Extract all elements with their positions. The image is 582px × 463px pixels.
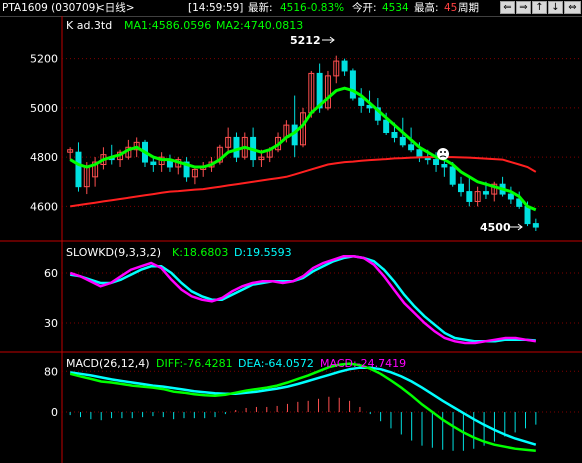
kd-tick-label: 60 (44, 267, 58, 280)
macd-diff-line (69, 362, 536, 453)
open-price-label: 今开: (352, 2, 377, 14)
macd-tick-label: 80 (44, 365, 58, 378)
chart-area[interactable]: 5200 5000 4800 4600 60 30 80 0 K ad.3td MA1:4… (0, 16, 582, 463)
kd-tick-label: 30 (44, 317, 58, 330)
low-annotation: 4500 (480, 221, 511, 234)
price-tick-label: 4600 (30, 200, 58, 213)
latest-price-label: 最新: (248, 2, 273, 14)
candle-body (524, 205, 531, 225)
nav-down-button[interactable]: ↓ (548, 1, 563, 14)
candle-body (399, 136, 406, 146)
macd-value-label: MACD:-24.7419 (320, 357, 406, 370)
price-panel-title: K ad.3td (66, 19, 112, 32)
ma2-label: MA2:4740.0813 (216, 19, 303, 32)
candle-body (383, 119, 390, 133)
latest-price-value: 4516 (280, 2, 307, 14)
candle-body (433, 159, 440, 166)
smiley-icon (437, 148, 449, 160)
price-plot (67, 55, 539, 231)
candle-body (466, 191, 473, 202)
symbol-label[interactable]: PTA1609 (030709) (2, 1, 99, 15)
low-annotation-arrow (510, 223, 523, 231)
change-percent: -0.83% (307, 2, 345, 14)
macd-dea-label: DEA:-64.0572 (238, 357, 314, 370)
high-annotation: 5212 (290, 34, 321, 47)
candle-body (449, 166, 456, 185)
kd-panel-title: SLOWKD(9,3,3,2) (66, 246, 161, 259)
nav-right-button[interactable]: ⇒ (516, 1, 531, 14)
ma1-line (69, 86, 537, 212)
candle-body (341, 60, 348, 72)
candle-body (233, 136, 240, 158)
period-label[interactable]: <日线> (96, 1, 135, 15)
time-label: [14:59:59] (188, 2, 244, 14)
macd-tick-label: 0 (51, 406, 58, 419)
cycle-label[interactable]: 周期 (458, 1, 479, 15)
candle-body (482, 191, 489, 195)
price-tick-label: 5200 (30, 53, 58, 66)
high-annotation-arrow (322, 36, 335, 44)
candle-body (458, 183, 464, 193)
nav-left-button[interactable]: ⇐ (500, 1, 515, 14)
nav-up-button[interactable]: ↑ (532, 1, 547, 14)
price-tick-label: 4800 (30, 151, 58, 164)
candle-body (150, 161, 157, 166)
candle-body (416, 149, 423, 158)
candle-body (408, 144, 415, 151)
kd-plot (69, 255, 536, 345)
macd-plot (69, 362, 537, 453)
open-price-value: 4534 (382, 2, 409, 14)
nav-expand-button[interactable]: ⇔ (564, 1, 581, 14)
ma1-label: MA1:4586.0596 (124, 19, 211, 32)
macd-panel-title: MACD(26,12,4) (66, 357, 150, 370)
ma2-line (70, 156, 537, 208)
price-tick-label: 5000 (30, 102, 58, 115)
candle-body (507, 193, 514, 200)
high-price-value: 45 (444, 2, 458, 14)
candle-body (391, 132, 398, 138)
high-price-label: 最高: (414, 2, 439, 14)
candle-body (441, 164, 448, 168)
macd-diff-label: DIFF:-76.4281 (156, 357, 233, 370)
candle-body (532, 223, 539, 228)
kd-d-line (70, 255, 536, 343)
quote-header-bar: PTA1609 (030709) <日线> [14:59:59] 最新: 451… (0, 0, 582, 17)
kd-k-label: K:18.6803 (172, 246, 228, 259)
candle-body (349, 70, 356, 99)
candle-body (75, 151, 82, 188)
kd-d-label: D:19.5593 (234, 246, 292, 259)
